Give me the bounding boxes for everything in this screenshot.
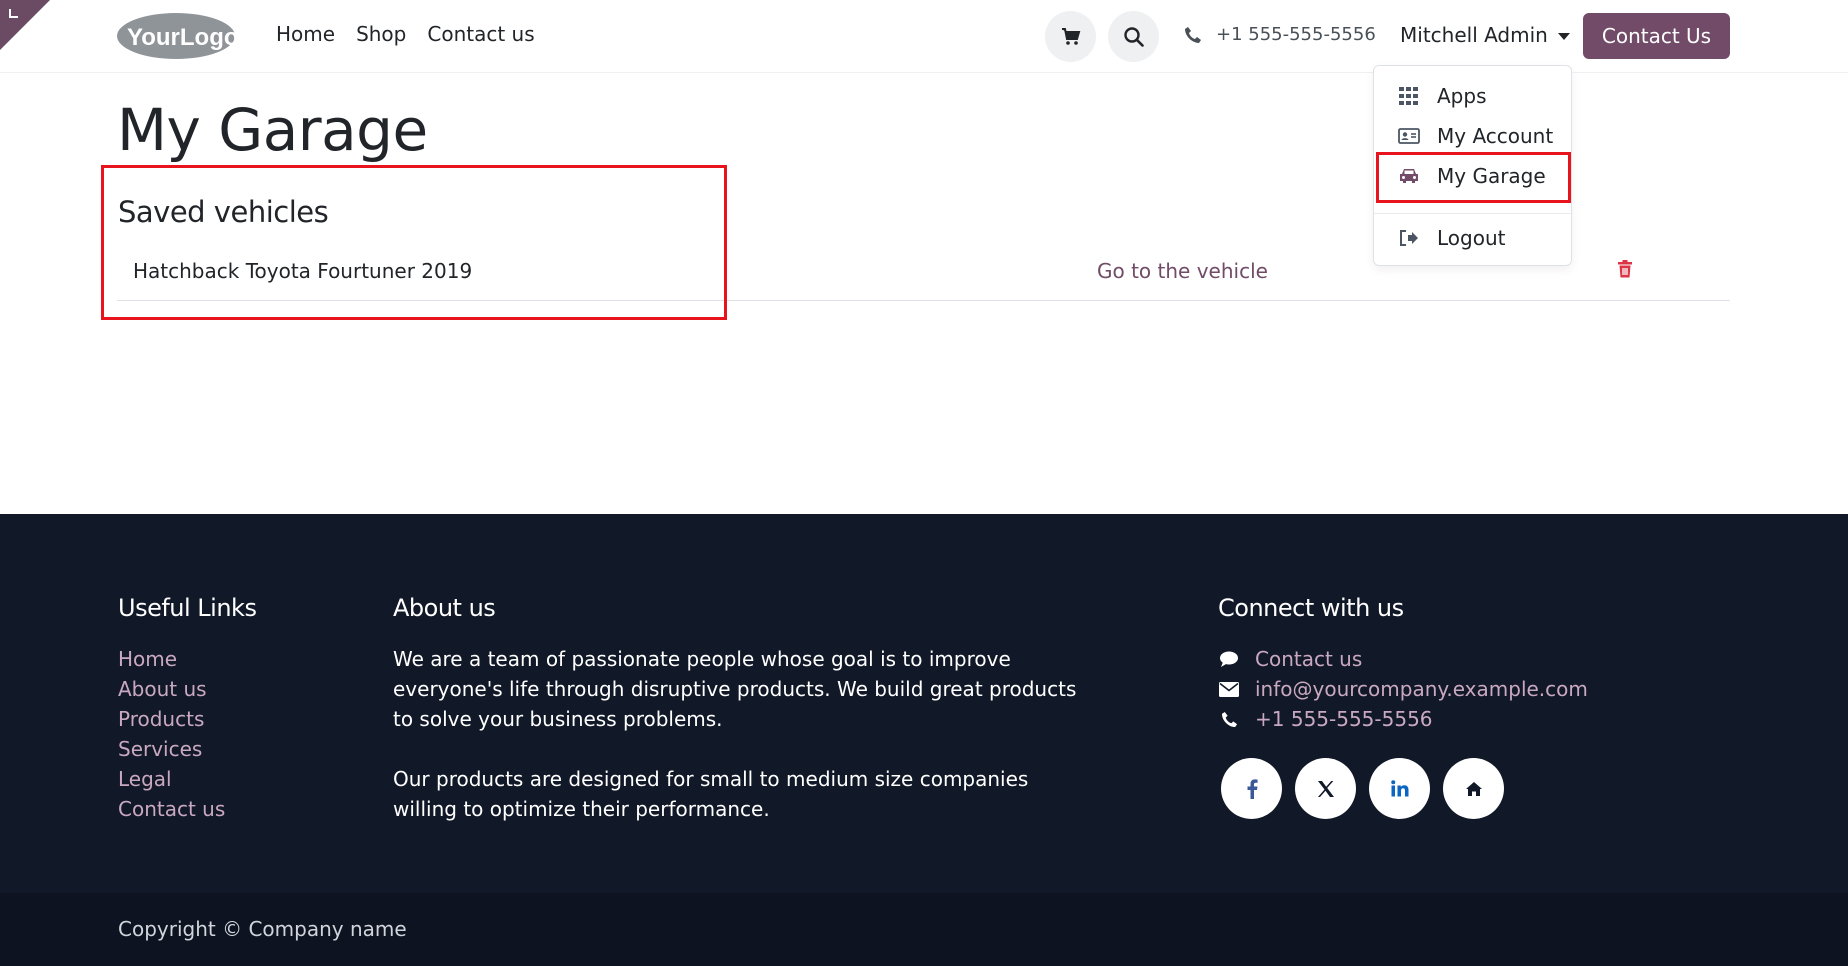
user-name: Mitchell Admin bbox=[1400, 23, 1548, 47]
x-twitter-button[interactable] bbox=[1295, 758, 1356, 819]
site-logo[interactable]: YourLogo bbox=[117, 11, 239, 60]
useful-links-title: Useful Links bbox=[118, 594, 257, 622]
home-button[interactable] bbox=[1443, 758, 1504, 819]
user-menu-toggle[interactable]: Mitchell Admin bbox=[1400, 23, 1570, 47]
menu-item-label: Logout bbox=[1437, 226, 1506, 250]
facebook-button[interactable] bbox=[1221, 758, 1282, 819]
footer-link-legal[interactable]: Legal bbox=[118, 767, 172, 791]
menu-divider bbox=[1374, 213, 1571, 214]
footer-link-about-us[interactable]: About us bbox=[118, 677, 207, 701]
cart-icon bbox=[1061, 27, 1080, 45]
cart-button[interactable] bbox=[1045, 11, 1096, 62]
connect-email[interactable]: info@yourcompany.example.com bbox=[1218, 677, 1588, 701]
footer-link-contact-us[interactable]: Contact us bbox=[118, 797, 225, 821]
search-button[interactable] bbox=[1108, 11, 1159, 62]
car-icon bbox=[1397, 167, 1421, 185]
nav-home[interactable]: Home bbox=[276, 22, 335, 46]
menu-item-label: My Account bbox=[1437, 124, 1554, 148]
linkedin-icon bbox=[1390, 780, 1408, 797]
page-title: My Garage bbox=[117, 96, 428, 164]
footer-link-products[interactable]: Products bbox=[118, 707, 204, 731]
connect-label: Contact us bbox=[1255, 647, 1363, 671]
menu-item-label: Apps bbox=[1437, 84, 1487, 108]
about-line: Our products are designed for small to m… bbox=[393, 767, 1029, 791]
section-title: Saved vehicles bbox=[118, 195, 329, 229]
search-icon bbox=[1123, 26, 1144, 47]
site-header: YourLogo Home Shop Contact us +1 555-555… bbox=[0, 0, 1848, 73]
envelope-icon bbox=[1218, 681, 1240, 697]
about-us-text-2: Our products are designed for small to m… bbox=[393, 764, 1028, 824]
main-nav: Home Shop Contact us bbox=[276, 22, 535, 46]
sign-out-icon bbox=[1397, 230, 1421, 246]
grid-icon bbox=[1397, 87, 1421, 105]
edit-corner-icon[interactable] bbox=[0, 0, 50, 50]
menu-item-label: My Garage bbox=[1437, 164, 1546, 188]
about-us-text: We are a team of passionate people whose… bbox=[393, 644, 1076, 734]
nav-shop[interactable]: Shop bbox=[356, 22, 406, 46]
menu-item-apps[interactable]: Apps bbox=[1374, 76, 1571, 116]
menu-item-my-account[interactable]: My Account bbox=[1374, 116, 1571, 156]
x-twitter-icon bbox=[1317, 780, 1334, 797]
home-icon bbox=[1465, 781, 1482, 796]
about-line: everyone's life through disruptive produ… bbox=[393, 677, 1077, 701]
copyright-text: Copyright © Company name bbox=[118, 917, 407, 941]
vehicle-name: Hatchback Toyota Fourtuner 2019 bbox=[133, 259, 473, 283]
comment-icon bbox=[1218, 650, 1240, 668]
trash-icon[interactable] bbox=[1617, 260, 1633, 282]
footer-link-services[interactable]: Services bbox=[118, 737, 202, 761]
connect-phone[interactable]: +1 555-555-5556 bbox=[1218, 707, 1433, 731]
phone-icon bbox=[1218, 711, 1240, 728]
go-to-vehicle-link[interactable]: Go to the vehicle bbox=[1097, 259, 1268, 283]
connect-contact-us[interactable]: Contact us bbox=[1218, 647, 1362, 671]
nav-contact-us[interactable]: Contact us bbox=[427, 22, 534, 46]
about-line: willing to optimize their performance. bbox=[393, 797, 770, 821]
facebook-icon bbox=[1247, 778, 1258, 799]
id-card-icon bbox=[1397, 128, 1421, 144]
linkedin-button[interactable] bbox=[1369, 758, 1430, 819]
connect-label: info@yourcompany.example.com bbox=[1255, 677, 1588, 701]
about-line: to solve your business problems. bbox=[393, 707, 723, 731]
phone-icon bbox=[1185, 26, 1201, 43]
header-phone-number: +1 555-555-5556 bbox=[1216, 24, 1376, 45]
connect-title: Connect with us bbox=[1218, 594, 1404, 622]
menu-item-my-garage[interactable]: My Garage bbox=[1374, 156, 1571, 196]
menu-item-logout[interactable]: Logout bbox=[1374, 218, 1571, 258]
connect-label: +1 555-555-5556 bbox=[1255, 707, 1433, 731]
about-line: We are a team of passionate people whose… bbox=[393, 647, 1011, 671]
header-phone[interactable]: +1 555-555-5556 bbox=[1184, 24, 1376, 45]
contact-us-button[interactable]: Contact Us bbox=[1583, 13, 1730, 59]
logo-text: YourLogo bbox=[127, 24, 236, 51]
footer-link-home[interactable]: Home bbox=[118, 647, 177, 671]
caret-down-icon bbox=[1557, 32, 1570, 40]
user-dropdown-menu: Apps My Account My Garage Logout bbox=[1373, 65, 1572, 266]
about-us-title: About us bbox=[393, 594, 496, 622]
